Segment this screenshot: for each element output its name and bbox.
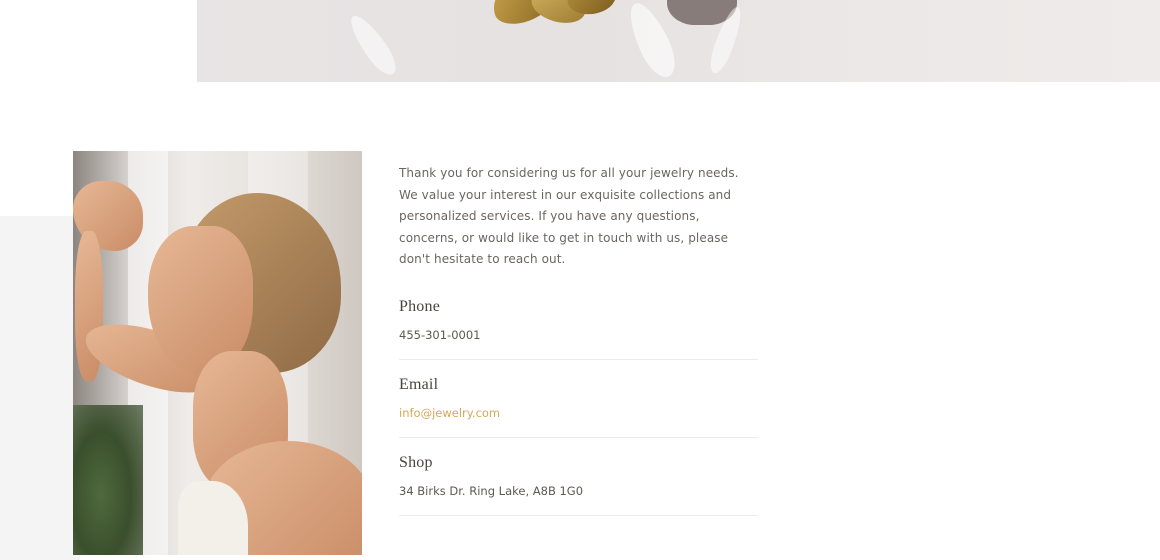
intro-line: concerns, or would like to get in touch …	[399, 230, 729, 245]
phone-label: Phone	[399, 297, 440, 315]
background-panel	[0, 216, 80, 560]
intro-line: personalized services. If you have any q…	[399, 209, 700, 223]
hero-banner-image	[197, 0, 1160, 82]
intro-line: We value your interest in our exquisite …	[399, 187, 732, 202]
email-label: Email	[399, 375, 439, 393]
shop-label: Shop	[399, 453, 433, 471]
phone-value[interactable]: 455-301-0001	[399, 328, 758, 342]
intro-line: Thank you for considering us for all you…	[399, 166, 739, 180]
phone-block: Phone 455-301-0001	[399, 298, 758, 360]
intro-paragraph: Thank you for considering us for all you…	[399, 163, 759, 271]
email-block: Email info@jewelry.com	[399, 376, 758, 438]
portrait-image	[73, 151, 362, 555]
contact-content: Thank you for considering us for all you…	[399, 163, 759, 516]
shop-address: 34 Birks Dr. Ring Lake, A8B 1G0	[399, 483, 584, 498]
email-link[interactable]: info@jewelry.com	[399, 406, 758, 420]
intro-line: don't hesitate to reach out.	[399, 252, 566, 266]
shop-block: Shop 34 Birks Dr. Ring Lake, A8B 1G0	[399, 454, 758, 516]
